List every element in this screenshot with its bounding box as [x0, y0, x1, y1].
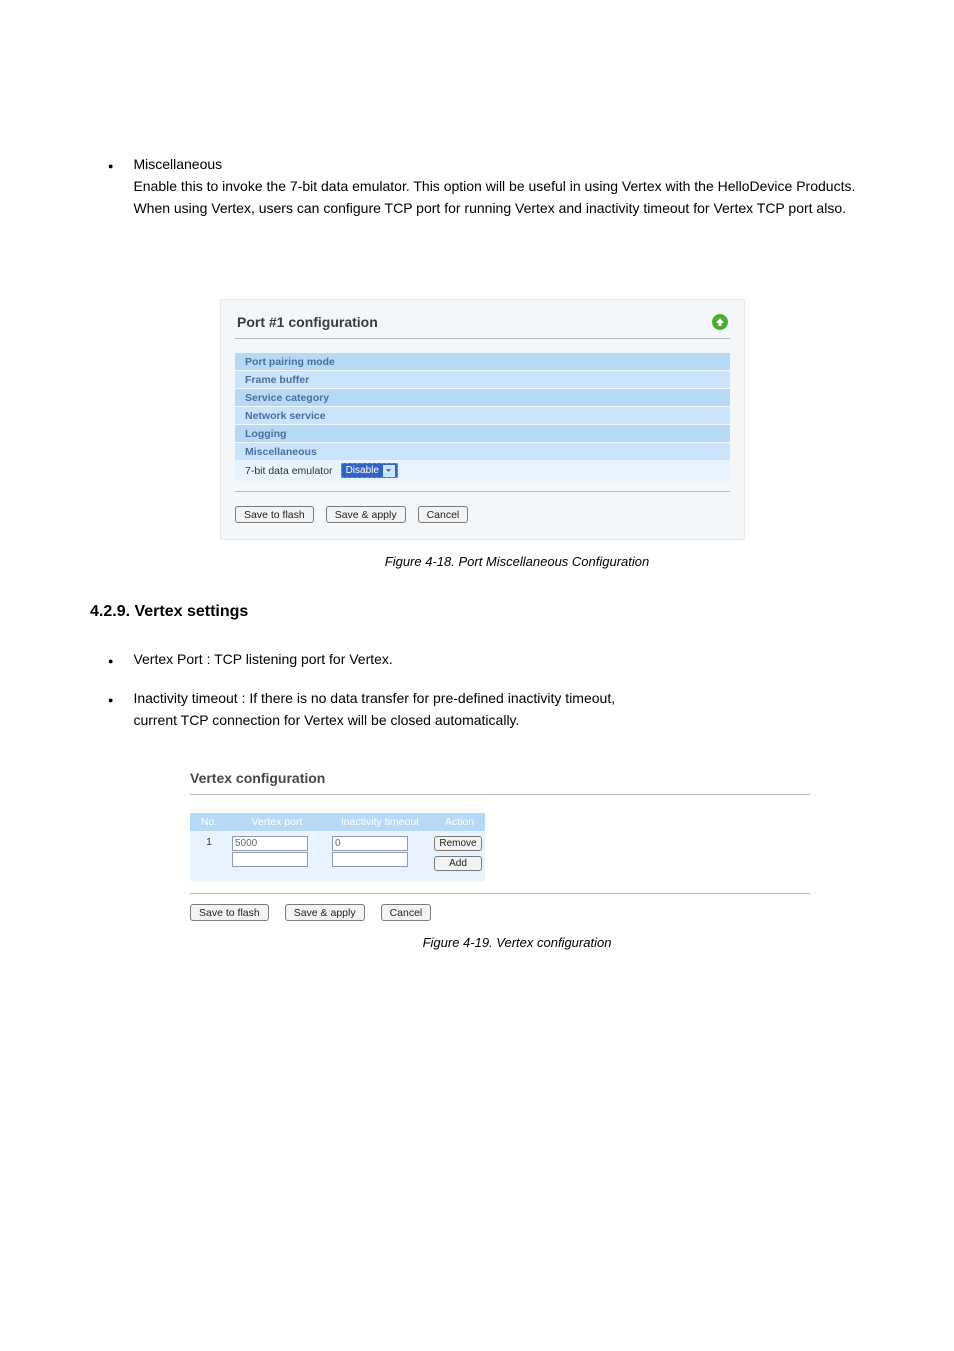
divider	[235, 338, 730, 339]
table-row: 1 5000 0 Remove	[190, 831, 485, 851]
save-and-apply-button[interactable]: Save & apply	[326, 506, 406, 523]
section-port-pairing[interactable]: Port pairing mode	[235, 353, 730, 370]
table-header: No. Vertex port Inactivity timeout Actio…	[190, 813, 485, 831]
col-port: Vertex port	[228, 816, 326, 828]
vertex-port-input-new[interactable]	[232, 852, 308, 867]
bullet-dot: ●	[108, 652, 113, 670]
bullet-misc: ● Miscellaneous Enable this to invoke th…	[108, 156, 884, 219]
col-no: No.	[190, 816, 228, 828]
vertex-port-input[interactable]: 5000	[232, 836, 308, 851]
remove-button[interactable]: Remove	[434, 836, 482, 851]
vertex-config-panel: Vertex configuration No. Vertex port Ina…	[190, 764, 810, 921]
inactivity-timeout-input[interactable]: 0	[332, 836, 408, 851]
col-action: Action	[434, 816, 485, 828]
divider	[190, 794, 810, 795]
section-frame-buffer[interactable]: Frame buffer	[235, 371, 730, 388]
divider	[190, 893, 810, 894]
section-network-service[interactable]: Network service	[235, 407, 730, 424]
figure-caption-2: Figure 4-19. Vertex configuration	[150, 935, 884, 950]
bullet-title: Vertex Port : TCP listening port for Ver…	[133, 651, 392, 667]
bullet-title: Inactivity timeout : If there is no data…	[133, 690, 615, 706]
divider	[235, 491, 730, 492]
section-miscellaneous[interactable]: Miscellaneous	[235, 443, 730, 460]
bullet-dot: ●	[108, 691, 113, 709]
inactivity-timeout-input-new[interactable]	[332, 852, 408, 867]
panel-title: Port #1 configuration	[237, 314, 378, 330]
save-and-apply-button[interactable]: Save & apply	[285, 904, 365, 921]
bullet-title: Miscellaneous	[133, 156, 884, 172]
col-timeout: Inactivity timeout	[326, 816, 434, 828]
cancel-button[interactable]: Cancel	[418, 506, 469, 523]
bullet-text: Enable this to invoke the 7-bit data emu…	[133, 176, 884, 219]
config-label: 7-bit data emulator	[245, 465, 333, 477]
port-config-panel: Port #1 configuration Port pairing mode …	[220, 299, 745, 540]
save-to-flash-button[interactable]: Save to flash	[190, 904, 269, 921]
table-row-add: Add	[190, 851, 485, 871]
section-service-category[interactable]: Service category	[235, 389, 730, 406]
bullet-inactivity: ● Inactivity timeout : If there is no da…	[108, 690, 884, 732]
panel2-title: Vertex configuration	[190, 764, 810, 790]
arrow-up-icon[interactable]	[712, 314, 728, 330]
chevron-down-icon	[383, 465, 395, 477]
config-row-7bit: 7-bit data emulator Disable	[235, 460, 730, 481]
bullet-text: current TCP connection for Vertex will b…	[133, 710, 615, 732]
vertex-table: No. Vertex port Inactivity timeout Actio…	[190, 813, 485, 881]
bullet-vertex-port: ● Vertex Port : TCP listening port for V…	[108, 651, 884, 670]
cancel-button[interactable]: Cancel	[381, 904, 432, 921]
add-button[interactable]: Add	[434, 856, 482, 871]
row-no: 1	[190, 836, 228, 848]
section-logging[interactable]: Logging	[235, 425, 730, 442]
section-heading-vertex: 4.2.9. Vertex settings	[90, 603, 884, 621]
figure-caption-1: Figure 4-18. Port Miscellaneous Configur…	[150, 554, 884, 569]
save-to-flash-button[interactable]: Save to flash	[235, 506, 314, 523]
7bit-select[interactable]: Disable	[341, 463, 398, 478]
bullet-dot: ●	[108, 157, 113, 175]
select-value: Disable	[346, 465, 379, 476]
